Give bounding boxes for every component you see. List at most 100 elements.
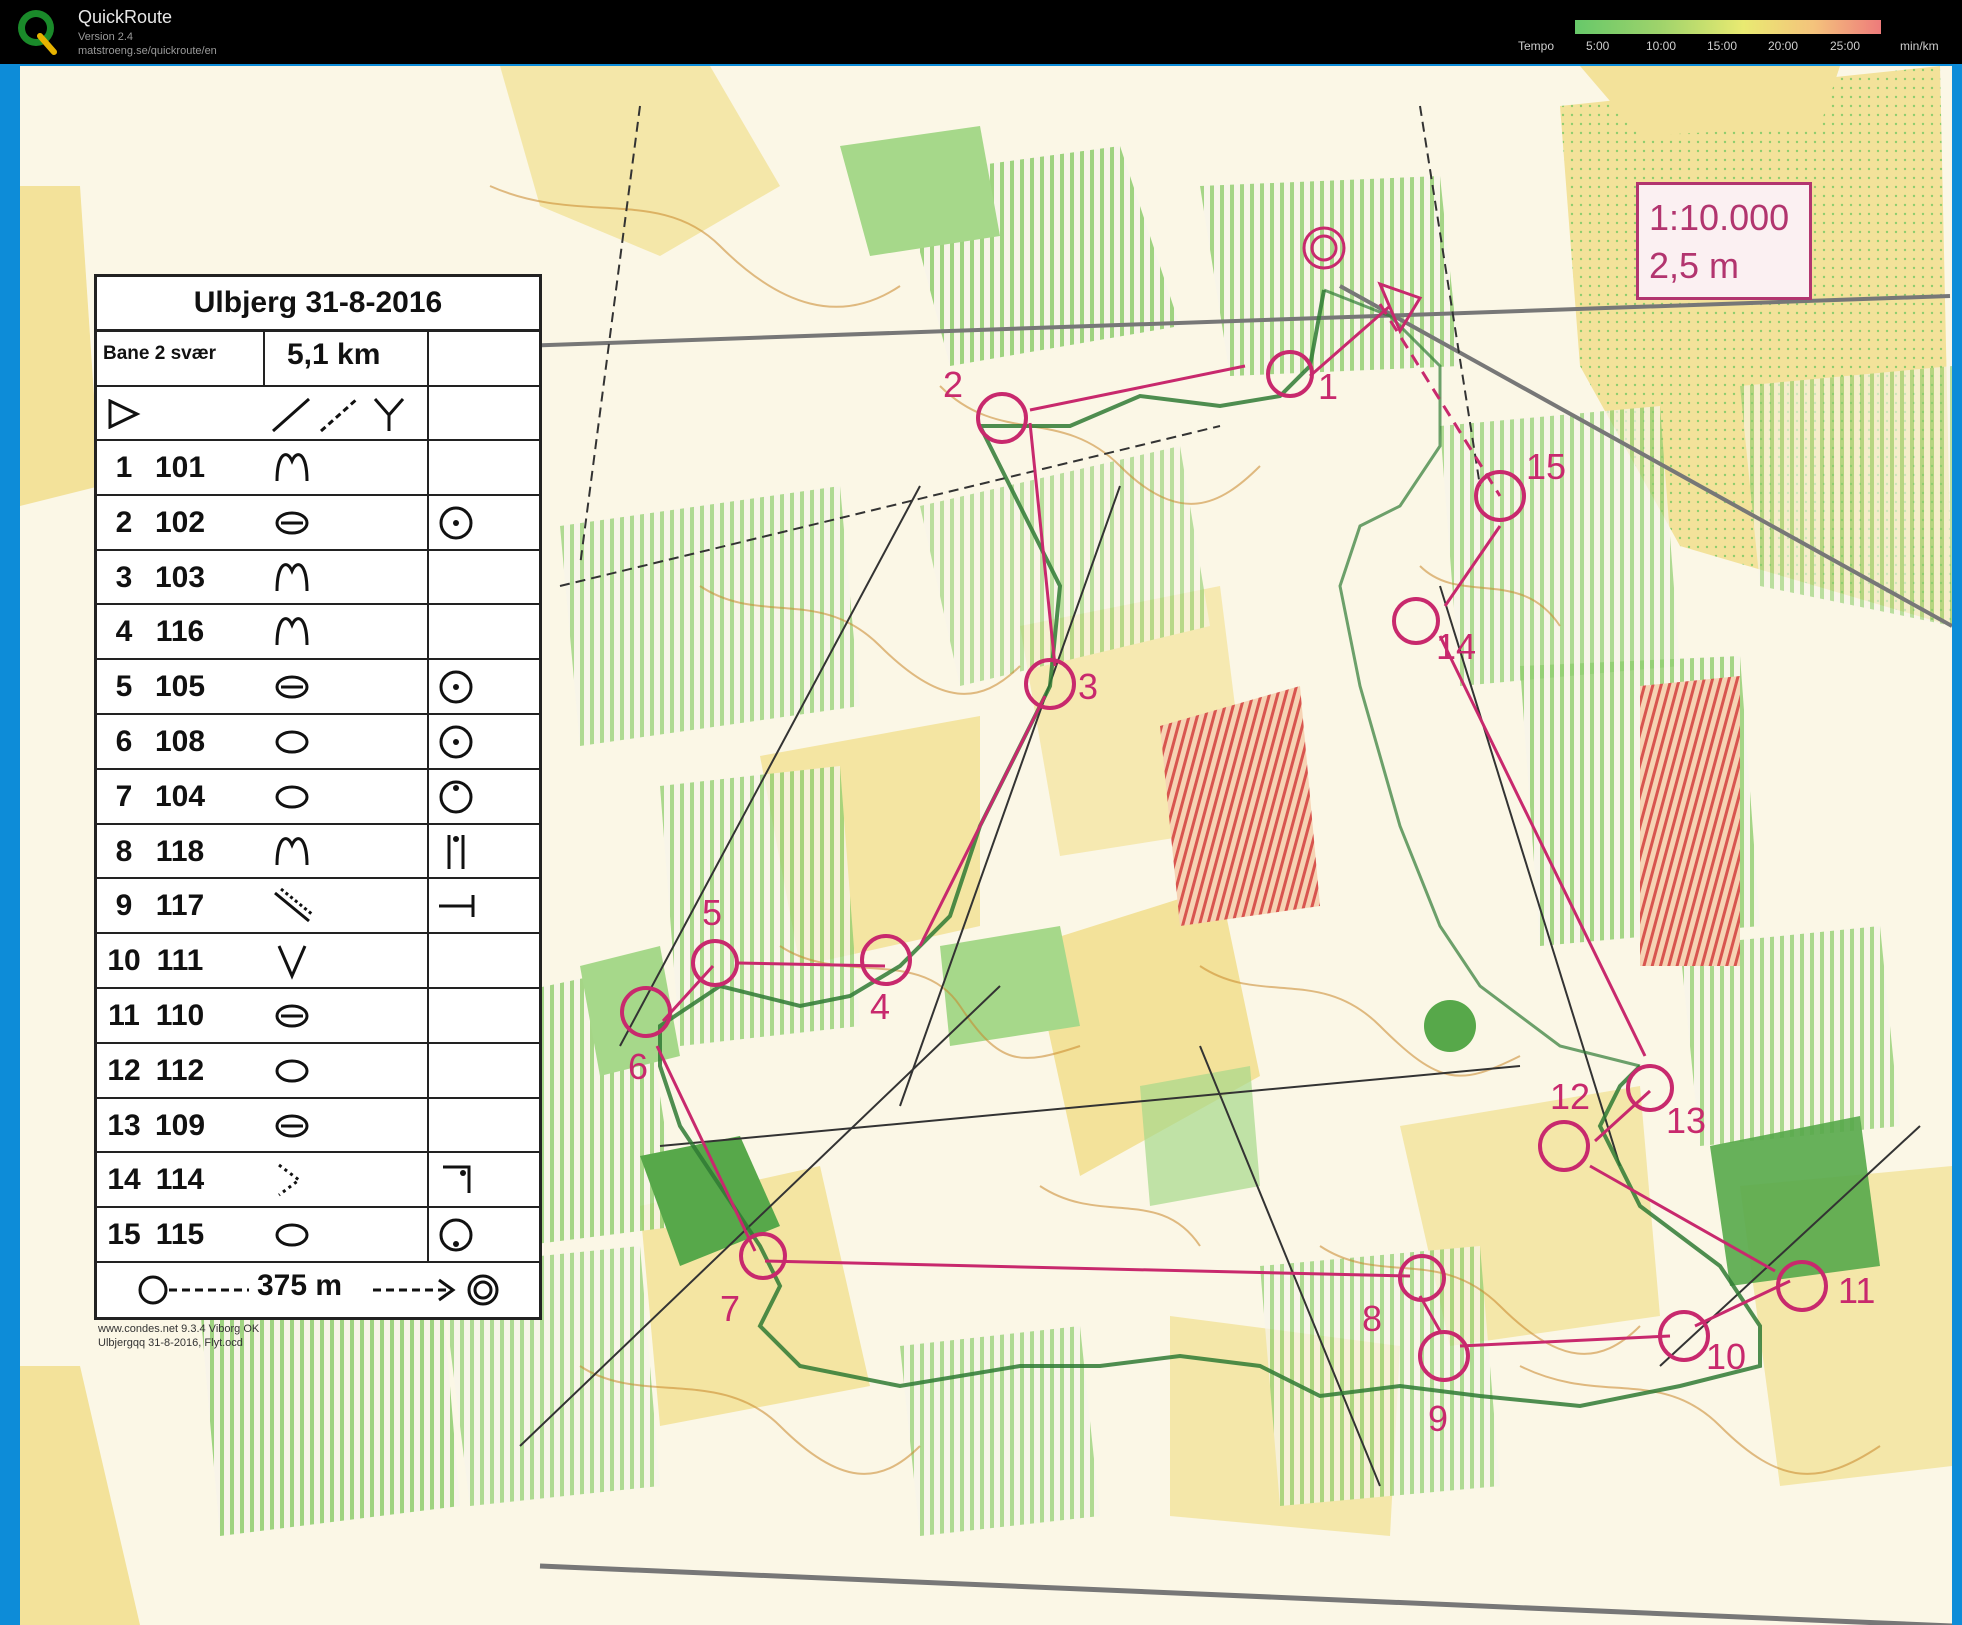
control-number: 3 [115, 560, 133, 594]
finish-row: 375 m [97, 1263, 539, 1315]
control-code: 103 [154, 560, 206, 594]
control-description-row: 14 114 [97, 1153, 539, 1207]
depression-icon [275, 675, 309, 699]
control-number: 9 [115, 889, 133, 923]
center-icon [439, 506, 473, 540]
control-code: 118 [155, 834, 205, 868]
tempo-label: Tempo [1518, 39, 1555, 53]
control-description-row: 15 115 [97, 1208, 539, 1262]
control-code: 104 [154, 779, 206, 813]
control-number: 6 [115, 725, 133, 758]
orienteering-map[interactable]: 1 2 3 4 5 6 7 8 9 10 11 12 13 14 15 1:10… [20, 66, 1952, 1625]
depression-icon [275, 1114, 309, 1138]
app-url[interactable]: matstroeng.se/quickroute/en [78, 45, 217, 57]
depression-icon [275, 511, 309, 535]
tempo-tick: 5:00 [1586, 39, 1610, 53]
quickroute-logo-icon [18, 10, 57, 55]
credits: www.condes.net 9.3.4 Viborg OK Ulbjergqq… [98, 1322, 259, 1350]
app-version: Version 2.4 [78, 31, 134, 43]
map-scale-box: 1:10.000 2,5 m [1636, 182, 1812, 300]
small-depression-icon [275, 785, 309, 809]
control-label: 8 [1362, 1298, 1383, 1339]
control-code: 114 [155, 1163, 205, 1197]
control-number: 10 [107, 944, 141, 978]
knoll-icon [275, 562, 309, 591]
path-crossing-icon [272, 397, 405, 433]
control-label: 14 [1436, 626, 1477, 667]
control-description-row: 11 110 [97, 989, 539, 1043]
control-number: 7 [115, 779, 133, 813]
small-depression-icon [275, 1223, 309, 1247]
control-description-row: 8 118 [97, 825, 539, 879]
knoll-icon [275, 453, 309, 482]
center-icon [439, 670, 473, 704]
control-number: 15 [107, 1218, 141, 1252]
control-number: 1 [115, 451, 133, 484]
between-icon [447, 834, 465, 869]
tempo-tick: 25:00 [1830, 39, 1861, 53]
control-code: 105 [154, 670, 206, 704]
control-number: 14 [107, 1163, 141, 1197]
ditch-icon [274, 888, 314, 923]
control-code: 108 [154, 725, 206, 758]
control-label: 12 [1550, 1076, 1591, 1117]
control-label: 1 [1318, 366, 1339, 407]
control-label: 5 [702, 892, 723, 933]
small-depression-icon [275, 730, 309, 754]
control-code: 112 [155, 1053, 205, 1087]
tempo-color-scale [1575, 20, 1881, 34]
control-description-row: 3 103 [97, 551, 539, 605]
start-row [97, 387, 539, 441]
vegetation-corner-icon [278, 1164, 302, 1197]
title-bar: QuickRoute Version 2.4 matstroeng.se/qui… [0, 0, 1962, 64]
course-length: 5,1 km [287, 338, 381, 371]
event-title: Ulbjerg 31-8-2016 [97, 277, 539, 332]
control-code: 116 [155, 615, 205, 649]
control-code: 117 [155, 889, 205, 923]
control-code: 109 [154, 1108, 206, 1142]
corner-icon [443, 1165, 471, 1194]
depression-icon [275, 1004, 309, 1028]
end-icon [439, 895, 475, 918]
control-description-row: 9 117 [97, 879, 539, 933]
control-description-row: 6 108 [97, 715, 539, 769]
knoll-icon [275, 617, 309, 646]
control-number: 4 [115, 615, 133, 649]
control-label: 2 [943, 364, 964, 405]
control-code: 101 [154, 451, 206, 484]
tempo-tick: 10:00 [1646, 39, 1677, 53]
gully-icon [277, 945, 307, 980]
control-number: 8 [115, 834, 133, 868]
scale-ratio: 1:10.000 [1649, 197, 1790, 238]
control-label: 13 [1666, 1100, 1707, 1141]
control-description-row: 4 116 [97, 605, 539, 659]
control-number: 11 [108, 999, 140, 1032]
credit-line: Ulbjergqq 31-8-2016, Flyt.ocd [98, 1337, 243, 1349]
control-description-row: 7 104 [97, 770, 539, 824]
tempo-tick: 20:00 [1768, 39, 1799, 53]
center-icon [439, 725, 473, 759]
control-label: 11 [1838, 1270, 1876, 1311]
tempo-tick: 15:00 [1707, 39, 1738, 53]
control-code: 110 [155, 999, 205, 1032]
contour-interval: 2,5 m [1649, 245, 1740, 286]
foot-icon [439, 1218, 473, 1252]
course-name: Bane 2 svær [103, 343, 217, 364]
control-label: 7 [720, 1288, 741, 1329]
control-label: 15 [1526, 446, 1567, 487]
control-label: 4 [870, 986, 891, 1027]
map-view[interactable]: 1 2 3 4 5 6 7 8 9 10 11 12 13 14 15 1:10… [0, 64, 1962, 1625]
credit-line: www.condes.net 9.3.4 Viborg OK [98, 1323, 260, 1335]
control-code: 111 [156, 944, 204, 978]
control-description-row: 12 112 [97, 1044, 539, 1098]
control-description-sheet: Ulbjerg 31-8-2016 Bane 2 svær 5,1 km 1 10… [94, 274, 542, 1320]
control-code: 102 [154, 505, 206, 539]
control-description-row: 5 105 [97, 660, 539, 714]
control-description-row: 2 102 [97, 496, 539, 550]
control-number: 5 [115, 670, 133, 704]
control-number: 12 [107, 1053, 141, 1087]
control-label: 10 [1706, 1336, 1747, 1377]
small-depression-icon [275, 1059, 309, 1083]
finish-distance: 375 m [257, 1269, 343, 1302]
control-code: 115 [155, 1218, 205, 1252]
